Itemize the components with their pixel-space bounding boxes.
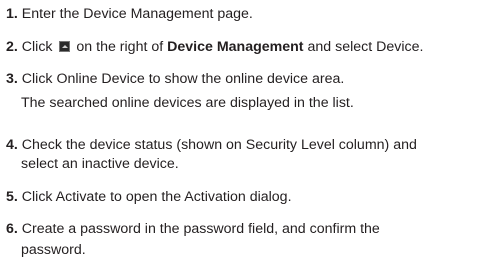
dropdown-button-icon [59,41,71,52]
step-number: 5. [6,189,18,205]
step-text: Click Online Device to show the online d… [17,71,345,87]
step-4-continued: select an inactive device. [21,156,179,172]
step-number: 3. [6,71,18,87]
step-3-note: The searched online devices are displaye… [21,95,354,111]
step-text: Check the device status (shown on Securi… [17,137,417,153]
step-2: 2. Click on the right of Device Manageme… [6,37,423,58]
step-text: Enter the Device Management page. [17,6,253,22]
step-number: 2. [6,39,18,55]
step-5: 5. Click Activate to open the Activation… [6,187,292,208]
step-number: 1. [6,6,18,22]
step-3: 3. Click Online Device to show the onlin… [6,69,344,90]
step-1: 1. Enter the Device Management page. [6,4,253,25]
step-4: 4. Check the device status (shown on Sec… [6,135,417,156]
step-number: 4. [6,137,18,153]
step-text: Click [17,39,57,55]
step-text: Click Activate to open the Activation di… [17,189,292,205]
step-text: Create a password in the password field,… [17,221,380,237]
step-6-continued: password. [21,242,86,258]
step-number: 6. [6,221,18,237]
device-management-label: Device Management [167,39,304,55]
step-text: and select Device. [303,39,424,55]
step-text: on the right of [72,39,168,55]
step-6: 6. Create a password in the password fie… [6,219,380,240]
